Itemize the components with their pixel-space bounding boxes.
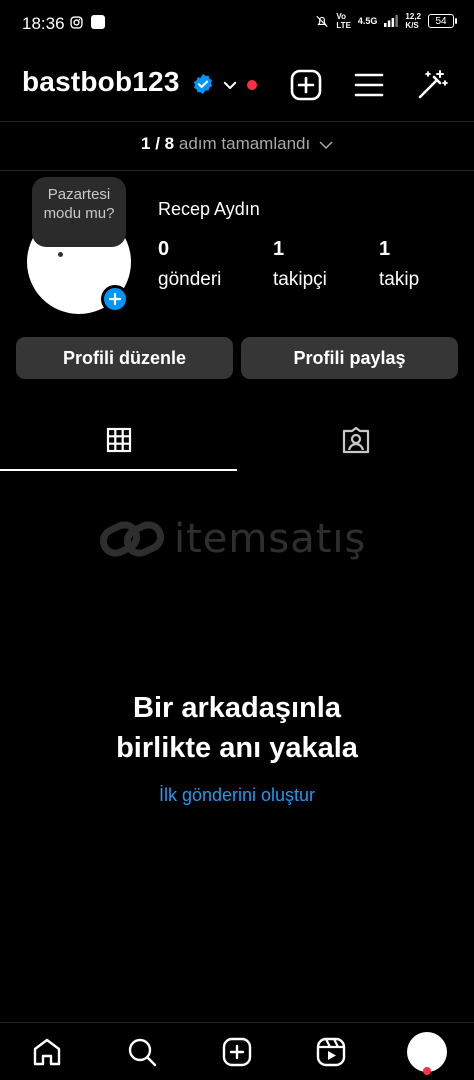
battery-icon: 54 xyxy=(428,14,457,28)
steps-label: adım tamamlandı xyxy=(178,134,311,153)
watermark: itemsatış xyxy=(100,513,366,565)
signal-type: 4.5G xyxy=(357,16,378,26)
following-value: 1 xyxy=(379,238,391,260)
reels-icon xyxy=(316,1037,346,1067)
speed-unit: K/S xyxy=(405,21,419,30)
search-icon xyxy=(128,1038,157,1067)
followers-count[interactable]: 1 takipçi xyxy=(273,238,327,291)
chevron-down-icon xyxy=(319,140,333,149)
posts-label: gönderi xyxy=(158,269,222,290)
full-name: Recep Aydın xyxy=(158,199,260,219)
avatar-placeholder-dot xyxy=(58,252,63,257)
network-top: Vo xyxy=(336,12,347,21)
nav-search[interactable] xyxy=(125,1035,159,1069)
create-icon xyxy=(222,1037,252,1067)
new-post-icon[interactable] xyxy=(289,68,323,102)
empty-state-line1: Bir arkadaşınla xyxy=(133,692,341,724)
empty-state-title: Bir arkadaşınla birlikte anı yakala xyxy=(0,688,474,768)
mute-icon xyxy=(316,15,329,27)
plus-icon xyxy=(109,293,121,305)
app-notification-icon xyxy=(91,15,105,29)
profile-notification-dot xyxy=(423,1067,431,1075)
home-icon xyxy=(33,1038,61,1066)
username[interactable]: bastbob123 xyxy=(22,66,180,98)
tagged-icon xyxy=(342,426,369,454)
status-left-icons xyxy=(70,15,105,29)
note-bubble-tail xyxy=(48,234,54,240)
speed-value: 12,2 xyxy=(405,12,421,21)
note-bubble[interactable]: Pazartesi modu mu? xyxy=(32,177,126,247)
chevron-down-icon[interactable] xyxy=(221,76,239,94)
network-bottom: LTE xyxy=(336,21,351,30)
speed-indicator: 12,2 K/S xyxy=(405,12,421,30)
divider xyxy=(0,170,474,171)
profile-header: bastbob123 xyxy=(0,60,474,110)
verified-icon xyxy=(193,73,213,95)
menu-icon[interactable] xyxy=(352,68,386,102)
steps-count: 1 / 8 xyxy=(141,134,175,153)
itemsatis-logo-icon xyxy=(100,521,164,557)
status-right: Vo LTE 4.5G 12,2 K/S 54 xyxy=(315,12,457,30)
instagram-notification-icon xyxy=(70,15,83,29)
create-first-post-link[interactable]: İlk gönderini oluştur xyxy=(0,785,474,806)
following-count[interactable]: 1 takip xyxy=(379,238,419,291)
share-profile-button[interactable]: Profili paylaş xyxy=(241,337,458,379)
tab-posts-grid[interactable] xyxy=(0,410,237,470)
add-story-button[interactable] xyxy=(101,285,129,313)
posts-value: 0 xyxy=(158,238,170,260)
nav-home[interactable] xyxy=(30,1035,64,1069)
bottom-nav xyxy=(0,1022,474,1080)
followers-value: 1 xyxy=(273,238,285,260)
status-bar: 18:36 Vo LTE 4.5G 12,2 K/S 54 xyxy=(0,0,474,46)
status-time: 18:36 xyxy=(22,14,65,33)
notification-dot xyxy=(247,80,257,90)
edit-profile-button[interactable]: Profili düzenle xyxy=(16,337,233,379)
battery-level: 54 xyxy=(435,15,447,27)
grid-icon xyxy=(106,427,131,453)
tab-tagged[interactable] xyxy=(237,410,474,470)
posts-count[interactable]: 0 gönderi xyxy=(158,238,221,291)
active-tab-indicator xyxy=(0,469,237,471)
empty-state-line2: birlikte anı yakala xyxy=(116,732,358,764)
nav-create[interactable] xyxy=(220,1035,254,1069)
volte-indicator: Vo LTE xyxy=(336,12,351,30)
profile-avatar[interactable] xyxy=(407,1032,447,1072)
followers-label: takipçi xyxy=(273,269,327,290)
watermark-text: itemsatış xyxy=(174,516,367,562)
divider xyxy=(0,121,474,122)
signal-icon xyxy=(384,15,399,27)
nav-reels[interactable] xyxy=(314,1035,348,1069)
magic-wand-icon[interactable] xyxy=(415,68,449,102)
steps-progress[interactable]: 1 / 8 adım tamamlandı xyxy=(0,134,474,154)
following-label: takip xyxy=(379,269,420,290)
